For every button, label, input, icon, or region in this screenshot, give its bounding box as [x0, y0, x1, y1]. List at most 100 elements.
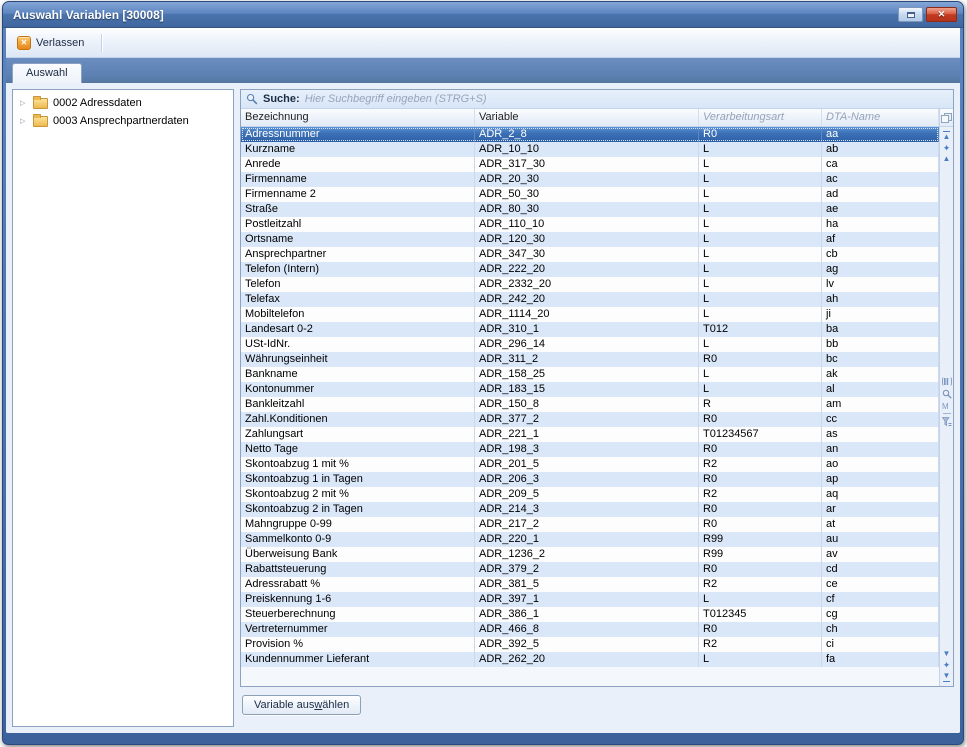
cell-variable: ADR_296_14 — [475, 337, 699, 352]
table-row[interactable]: Bankleitzahl ADR_150_8 R am — [241, 397, 939, 412]
cell-variable: ADR_1236_2 — [475, 547, 699, 562]
table-row[interactable]: Postleitzahl ADR_110_10 L ha — [241, 217, 939, 232]
table-row[interactable]: USt-IdNr. ADR_296_14 L bb — [241, 337, 939, 352]
folder-icon — [33, 116, 48, 127]
table-row[interactable]: Zahl.Konditionen ADR_377_2 R0 cc — [241, 412, 939, 427]
scroll-marker-bottom-icon[interactable]: ✦ — [943, 661, 951, 669]
table-row[interactable]: Währungseinheit ADR_311_2 R0 bc — [241, 352, 939, 367]
expander-icon[interactable]: ▷ — [20, 117, 28, 125]
band-columns-icon[interactable] — [942, 377, 952, 386]
table-row[interactable]: Preiskennung 1-6 ADR_397_1 L cf — [241, 592, 939, 607]
cell-verarbeitungsart: L — [699, 187, 822, 202]
scroll-down-icon[interactable]: ▼ — [943, 650, 951, 658]
cell-dta-name: ac — [822, 172, 939, 187]
table-row[interactable]: Kontonummer ADR_183_15 L al — [241, 382, 939, 397]
exit-button[interactable]: ✕ Verlassen — [12, 33, 93, 53]
table-row[interactable]: Adressnummer ADR_2_8 R0 aa — [241, 127, 939, 142]
cell-dta-name: cd — [822, 562, 939, 577]
cell-variable: ADR_466_8 — [475, 622, 699, 637]
window-body: ✕ Verlassen Auswahl ▷ 0002 Adressdaten ▷ — [6, 28, 960, 733]
expander-icon[interactable]: ▷ — [20, 99, 28, 107]
scroll-to-bottom-icon[interactable]: ▼ — [943, 672, 951, 682]
table-row[interactable]: Skontoabzug 2 mit % ADR_209_5 R2 aq — [241, 487, 939, 502]
table-row[interactable]: Mahngruppe 0-99 ADR_217_2 R0 at — [241, 517, 939, 532]
tree-item-label: 0002 Adressdaten — [53, 97, 142, 109]
marker-icon[interactable]: M — [942, 402, 952, 410]
cell-verarbeitungsart: R0 — [699, 352, 822, 367]
table-row[interactable]: Telefon ADR_2332_20 L lv — [241, 277, 939, 292]
cell-bezeichnung: Zahlungsart — [241, 427, 475, 442]
table-row[interactable]: Rabattsteuerung ADR_379_2 R0 cd — [241, 562, 939, 577]
cell-bezeichnung: Kurzname — [241, 142, 475, 157]
table-row[interactable]: Vertreternummer ADR_466_8 R0 ch — [241, 622, 939, 637]
variables-grid: Suche: Hier Suchbegriff eingeben (STRG+S… — [240, 89, 954, 687]
grid-scrollbar[interactable]: ▲ ✦ ▲ — [939, 109, 953, 686]
table-row[interactable]: Telefax ADR_242_20 L ah — [241, 292, 939, 307]
cell-bezeichnung: Steuerberechnung — [241, 607, 475, 622]
cell-verarbeitungsart: L — [699, 592, 822, 607]
table-row[interactable]: Zahlungsart ADR_221_1 T01234567 as — [241, 427, 939, 442]
column-chooser-icon — [941, 113, 952, 123]
table-row[interactable]: Bankname ADR_158_25 L ak — [241, 367, 939, 382]
tree-item-label: 0003 Ansprechpartnerdaten — [53, 115, 189, 127]
cell-bezeichnung: Adressnummer — [241, 127, 475, 142]
table-row[interactable]: Firmenname 2 ADR_50_30 L ad — [241, 187, 939, 202]
scroll-up-icon[interactable]: ▲ — [943, 155, 951, 163]
table-row[interactable]: Netto Tage ADR_198_3 R0 an — [241, 442, 939, 457]
column-header-variable[interactable]: Variable — [475, 109, 699, 126]
toolbar-separator — [101, 34, 102, 52]
table-row[interactable]: Überweisung Bank ADR_1236_2 R99 av — [241, 547, 939, 562]
cell-dta-name: ad — [822, 187, 939, 202]
table-row[interactable]: Steuerberechnung ADR_386_1 T012345 cg — [241, 607, 939, 622]
cell-bezeichnung: Mobiltelefon — [241, 307, 475, 322]
cell-variable: ADR_206_3 — [475, 472, 699, 487]
table-row[interactable]: Ortsname ADR_120_30 L af — [241, 232, 939, 247]
cell-dta-name: cc — [822, 412, 939, 427]
table-row[interactable]: Straße ADR_80_30 L ae — [241, 202, 939, 217]
table-row[interactable]: Skontoabzug 1 in Tagen ADR_206_3 R0 ap — [241, 472, 939, 487]
cell-bezeichnung: Adressrabatt % — [241, 577, 475, 592]
cell-dta-name: ji — [822, 307, 939, 322]
table-row[interactable]: Mobiltelefon ADR_1114_20 L ji — [241, 307, 939, 322]
cell-verarbeitungsart: R0 — [699, 562, 822, 577]
cell-verarbeitungsart: R2 — [699, 487, 822, 502]
cell-dta-name: ap — [822, 472, 939, 487]
scroll-to-top-icon[interactable]: ▲ — [943, 131, 951, 141]
column-header-bezeichnung[interactable]: Bezeichnung — [241, 109, 475, 126]
table-row[interactable]: Skontoabzug 2 in Tagen ADR_214_3 R0 ar — [241, 502, 939, 517]
exit-x-icon: ✕ — [17, 36, 31, 50]
cell-verarbeitungsart: L — [699, 172, 822, 187]
table-row[interactable]: Adressrabatt % ADR_381_5 R2 ce — [241, 577, 939, 592]
table-row[interactable]: Telefon (Intern) ADR_222_20 L ag — [241, 262, 939, 277]
tree-item[interactable]: ▷ 0002 Adressdaten — [13, 94, 233, 112]
restore-button[interactable] — [898, 7, 923, 22]
filter-icon[interactable] — [942, 417, 952, 427]
table-row[interactable]: Firmenname ADR_20_30 L ac — [241, 172, 939, 187]
table-row[interactable]: Skontoabzug 1 mit % ADR_201_5 R2 ao — [241, 457, 939, 472]
cell-verarbeitungsart: T012 — [699, 322, 822, 337]
tree-item[interactable]: ▷ 0003 Ansprechpartnerdaten — [13, 112, 233, 130]
table-row[interactable]: Sammelkonto 0-9 ADR_220_1 R99 au — [241, 532, 939, 547]
search-icon — [246, 93, 258, 105]
column-header-dta-name[interactable]: DTA-Name — [822, 109, 939, 126]
select-variable-button[interactable]: Variable auswählen — [242, 695, 361, 715]
cell-bezeichnung: Skontoabzug 1 mit % — [241, 457, 475, 472]
table-row[interactable]: Kundennummer Lieferant ADR_262_20 L fa — [241, 652, 939, 667]
scroll-marker-top-icon[interactable]: ✦ — [943, 144, 951, 152]
cell-bezeichnung: Postleitzahl — [241, 217, 475, 232]
zoom-icon[interactable] — [942, 389, 952, 399]
table-row[interactable]: Landesart 0-2 ADR_310_1 T012 ba — [241, 322, 939, 337]
cell-dta-name: af — [822, 232, 939, 247]
column-chooser-button[interactable] — [940, 109, 953, 127]
cell-verarbeitungsart: L — [699, 277, 822, 292]
search-input[interactable]: Suche: Hier Suchbegriff eingeben (STRG+S… — [241, 90, 953, 109]
cell-variable: ADR_377_2 — [475, 412, 699, 427]
titlebar[interactable]: Auswahl Variablen [30008] ✕ — [3, 2, 963, 28]
close-button[interactable]: ✕ — [926, 7, 957, 22]
table-row[interactable]: Ansprechpartner ADR_347_30 L cb — [241, 247, 939, 262]
column-header-verarbeitungsart[interactable]: Verarbeitungsart — [699, 109, 822, 126]
table-row[interactable]: Kurzname ADR_10_10 L ab — [241, 142, 939, 157]
tab-auswahl[interactable]: Auswahl — [12, 63, 82, 83]
table-row[interactable]: Provision % ADR_392_5 R2 ci — [241, 637, 939, 652]
table-row[interactable]: Anrede ADR_317_30 L ca — [241, 157, 939, 172]
